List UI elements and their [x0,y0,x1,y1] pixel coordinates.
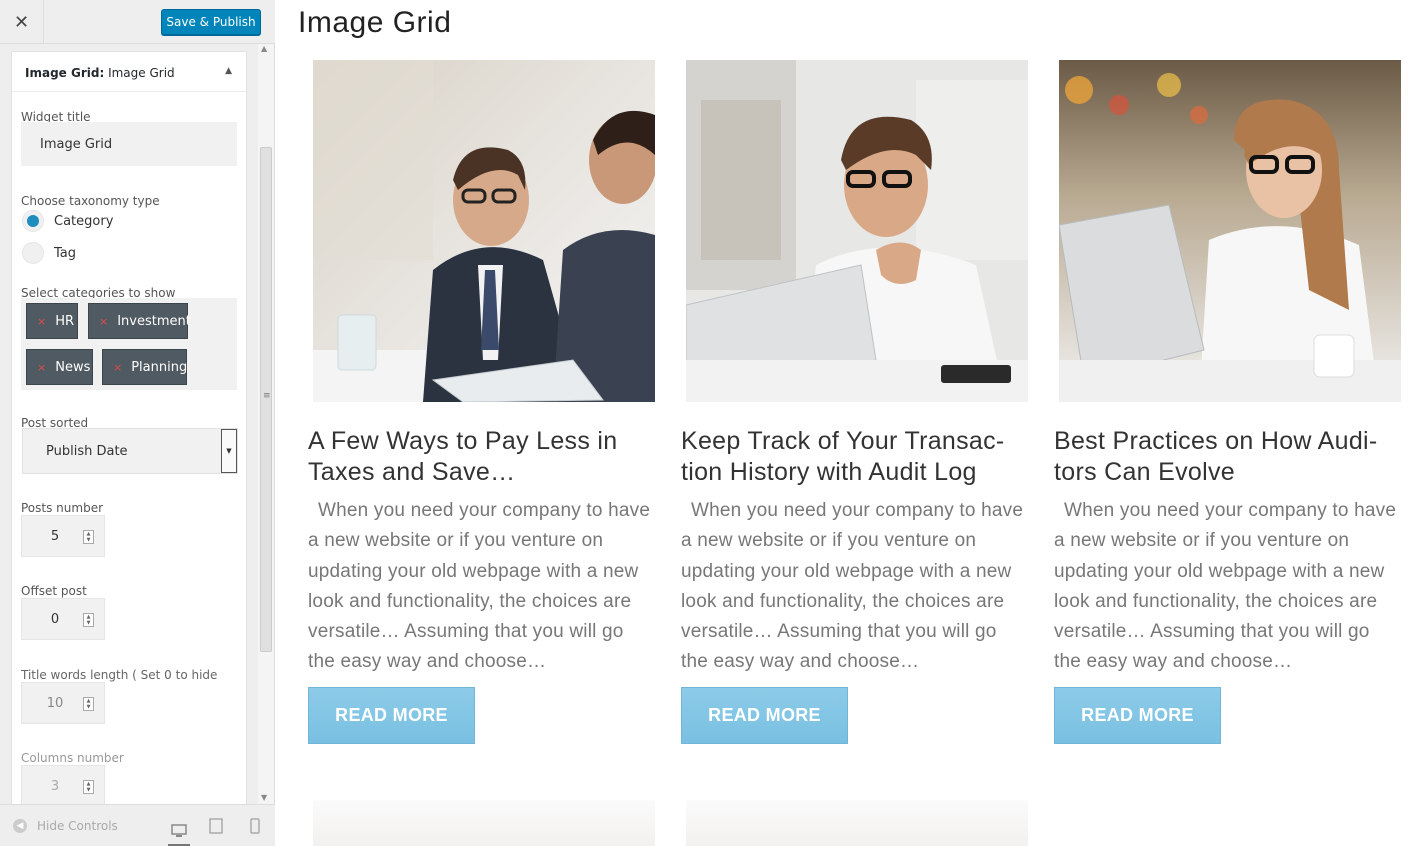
post-excerpt: When you need your company to have a new… [1054,500,1397,673]
offset-value: 0 [50,611,60,627]
post-sorted-value: Publish Date [46,443,128,459]
spinner-icon[interactable]: ▲ ▼ [83,780,94,794]
scrollbar-thumb[interactable]: ≡ [260,147,272,652]
chevron-down-icon[interactable]: ▼ [221,429,237,473]
post-card: Keep Track of Your Transac-tion History … [681,60,1028,744]
tag-label: HR [55,313,75,329]
tag-investment[interactable]: × Investment [88,303,191,339]
posts-number-label: Posts number [21,501,104,515]
remove-icon[interactable]: × [37,315,46,328]
mobile-icon[interactable] [245,817,265,835]
post-image-businessmen[interactable] [313,60,655,402]
tag-label: News [55,359,91,375]
tag-label: Investment [117,313,191,329]
widget-title-input[interactable]: Image Grid [21,122,237,166]
radio-tag[interactable]: Tag [22,242,76,264]
remove-icon[interactable]: × [37,361,46,374]
post-image-partial [686,800,1028,846]
widget-title-name: Image Grid [108,66,175,80]
radio-category[interactable]: Category [22,210,113,232]
radio-selected-icon[interactable] [22,210,44,232]
radio-tag-label: Tag [54,245,77,261]
posts-number-input[interactable]: 5 ▲ ▼ [21,515,105,557]
post-title[interactable]: Best Practices on How Audi-tors Can Evol… [1054,426,1400,488]
customizer-footer: ◀ Hide Controls [0,804,275,846]
grip-icon: ≡ [263,391,271,401]
desktop-icon[interactable] [168,817,190,846]
title-words-input[interactable]: 10 ▲ ▼ [21,682,105,724]
columns-value: 3 [50,778,60,794]
scroll-down-icon[interactable]: ▼ [261,793,267,802]
widget-header[interactable]: Image Grid: Image Grid ▲ [12,52,246,92]
offset-label: Offset post [21,584,87,598]
collapse-circle-icon: ◀ [13,819,27,833]
post-card: Best Practices on How Audi-tors Can Evol… [1054,60,1401,744]
radio-unselected-icon[interactable] [22,242,44,264]
offset-input[interactable]: 0 ▲ ▼ [21,598,105,640]
remove-icon[interactable]: × [99,315,108,328]
radio-category-label: Category [54,213,114,229]
read-more-button[interactable]: READ MORE [1054,686,1221,744]
customizer-header: ✕ Save & Publish [0,0,275,44]
save-publish-button[interactable]: Save & Publish [161,9,261,35]
post-sorted-select[interactable]: Publish Date ▼ [22,428,238,474]
post-image-woman-laptop[interactable] [1059,60,1401,402]
columns-label: Columns number [21,751,124,765]
spinner-icon[interactable]: ▲ ▼ [83,697,94,711]
taxonomy-label: Choose taxonomy type [21,194,160,208]
categories-select[interactable]: × HR × Investment × News × Planning [21,298,237,390]
read-more-button[interactable]: READ MORE [681,686,848,744]
posts-number-value: 5 [50,528,60,544]
post-image-man-laptop[interactable] [686,60,1028,402]
tag-planning[interactable]: × Planning [102,349,187,385]
hide-controls-label: Hide Controls [37,819,118,833]
title-words-value: 10 [46,695,64,711]
site-preview: Image Grid A Few Ways to Pay Less in Tax… [276,0,1419,846]
post-title[interactable]: A Few Ways to Pay Less in Taxes and Save… [308,426,654,488]
post-excerpt: When you need your company to have a new… [681,500,1024,673]
post-card: A Few Ways to Pay Less in Taxes and Save… [308,60,655,744]
widget-title-prefix: Image Grid: [25,66,105,80]
tablet-icon[interactable] [206,817,226,835]
tag-hr[interactable]: × HR [26,303,78,339]
spinner-icon[interactable]: ▲ ▼ [83,530,94,544]
spinner-icon[interactable]: ▲ ▼ [83,613,94,627]
post-image-partial [313,800,655,846]
hide-controls-button[interactable]: ◀ Hide Controls [13,819,118,833]
tag-news[interactable]: × News [26,349,93,385]
columns-input[interactable]: 3 ▲ ▼ [21,765,105,804]
widget-form: Image Grid: Image Grid ▲ Widget title Im… [11,51,247,804]
remove-icon[interactable]: × [113,361,122,374]
post-title[interactable]: Keep Track of Your Transac-tion History … [681,426,1027,488]
page-title: Image Grid [298,6,452,39]
sidebar-scrollbar[interactable]: ▲ ≡ ▼ [258,44,274,804]
post-excerpt: When you need your company to have a new… [308,500,651,673]
tag-label: Planning [131,359,188,375]
close-icon[interactable]: ✕ [0,0,44,44]
customizer-panel: Image Grid: Image Grid ▲ Widget title Im… [0,44,275,804]
collapse-arrow-icon[interactable]: ▲ [225,66,232,76]
customizer-sidebar: ✕ Save & Publish Image Grid: Image Grid … [0,0,275,846]
read-more-button[interactable]: READ MORE [308,686,475,744]
scroll-up-icon[interactable]: ▲ [261,44,267,53]
